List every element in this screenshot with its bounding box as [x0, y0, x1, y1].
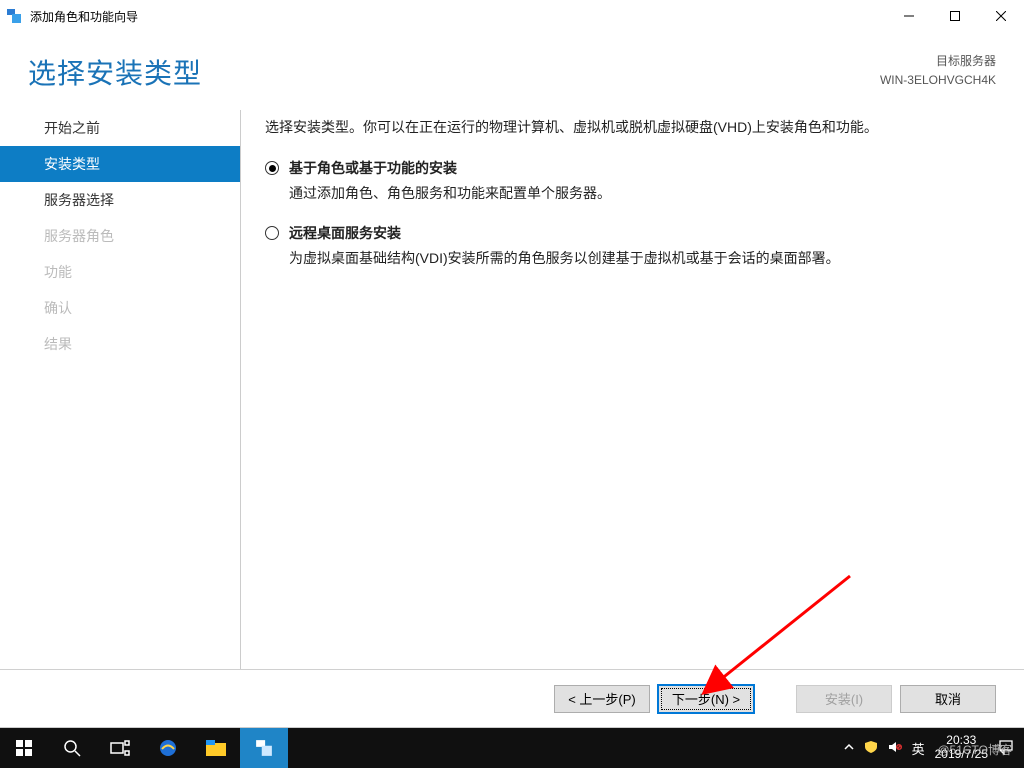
taskbar-ie[interactable] [144, 728, 192, 768]
header: 选择安装类型 目标服务器 WIN-3ELOHVGCH4K [0, 32, 1024, 100]
close-button[interactable] [978, 1, 1024, 31]
next-button[interactable]: 下一步(N) > [658, 685, 754, 713]
footer: < 上一步(P) 下一步(N) > 安装(I) 取消 [0, 669, 1024, 727]
option-role-based-desc: 通过添加角色、角色服务和功能来配置单个服务器。 [289, 182, 994, 204]
minimize-button[interactable] [886, 1, 932, 31]
option-rds-title: 远程桌面服务安装 [289, 223, 401, 243]
target-server-block: 目标服务器 WIN-3ELOHVGCH4K [880, 52, 996, 90]
sidebar: 开始之前 安装类型 服务器选择 服务器角色 功能 确认 结果 [0, 110, 240, 669]
nav-results: 结果 [0, 326, 240, 362]
nav-install-type[interactable]: 安装类型 [0, 146, 240, 182]
nav-confirm: 确认 [0, 290, 240, 326]
prev-button[interactable]: < 上一步(P) [554, 685, 650, 713]
nav-features: 功能 [0, 254, 240, 290]
watermark: @51CTO博客 [937, 741, 1012, 758]
content: 选择安装类型。你可以在正在运行的物理计算机、虚拟机或脱机虚拟硬盘(VHD)上安装… [265, 110, 1004, 669]
target-label: 目标服务器 [880, 52, 996, 71]
divider [240, 110, 241, 669]
option-role-based[interactable]: 基于角色或基于功能的安装 通过添加角色、角色服务和功能来配置单个服务器。 [265, 158, 994, 204]
option-role-based-title: 基于角色或基于功能的安装 [289, 158, 457, 178]
nav-before-you-begin[interactable]: 开始之前 [0, 110, 240, 146]
search-button[interactable] [48, 728, 96, 768]
titlebar: 添加角色和功能向导 [0, 0, 1024, 32]
tray-volume-icon[interactable] [888, 740, 902, 757]
tray-shield-icon[interactable] [864, 740, 878, 757]
install-button: 安装(I) [796, 685, 892, 713]
radio-rds[interactable] [265, 226, 279, 240]
option-rds[interactable]: 远程桌面服务安装 为虚拟桌面基础结构(VDI)安装所需的角色服务以创建基于虚拟机… [265, 223, 994, 269]
taskbar: 英 20:33 2019/7/25 [0, 728, 1024, 768]
maximize-button[interactable] [932, 1, 978, 31]
page-title: 选择安装类型 [28, 52, 202, 92]
option-rds-desc: 为虚拟桌面基础结构(VDI)安装所需的角色服务以创建基于虚拟机或基于会话的桌面部… [289, 247, 994, 269]
tray-ime[interactable]: 英 [912, 739, 925, 758]
tray-chevron-icon[interactable] [844, 741, 854, 755]
nav-server-selection[interactable]: 服务器选择 [0, 182, 240, 218]
app-icon [6, 8, 22, 24]
radio-role-based[interactable] [265, 161, 279, 175]
cancel-button[interactable]: 取消 [900, 685, 996, 713]
nav-server-roles: 服务器角色 [0, 218, 240, 254]
task-view-button[interactable] [96, 728, 144, 768]
target-server-name: WIN-3ELOHVGCH4K [880, 71, 996, 90]
body: 开始之前 安装类型 服务器选择 服务器角色 功能 确认 结果 选择安装类型。你可… [0, 100, 1024, 669]
intro-text: 选择安装类型。你可以在正在运行的物理计算机、虚拟机或脱机虚拟硬盘(VHD)上安装… [265, 116, 994, 138]
wizard-window: 添加角色和功能向导 选择安装类型 目标服务器 WIN-3ELOHVGCH4K 开… [0, 0, 1024, 728]
window-controls [886, 1, 1024, 31]
taskbar-server-manager[interactable] [240, 728, 288, 768]
window-title: 添加角色和功能向导 [30, 8, 886, 25]
start-button[interactable] [0, 728, 48, 768]
taskbar-explorer[interactable] [192, 728, 240, 768]
